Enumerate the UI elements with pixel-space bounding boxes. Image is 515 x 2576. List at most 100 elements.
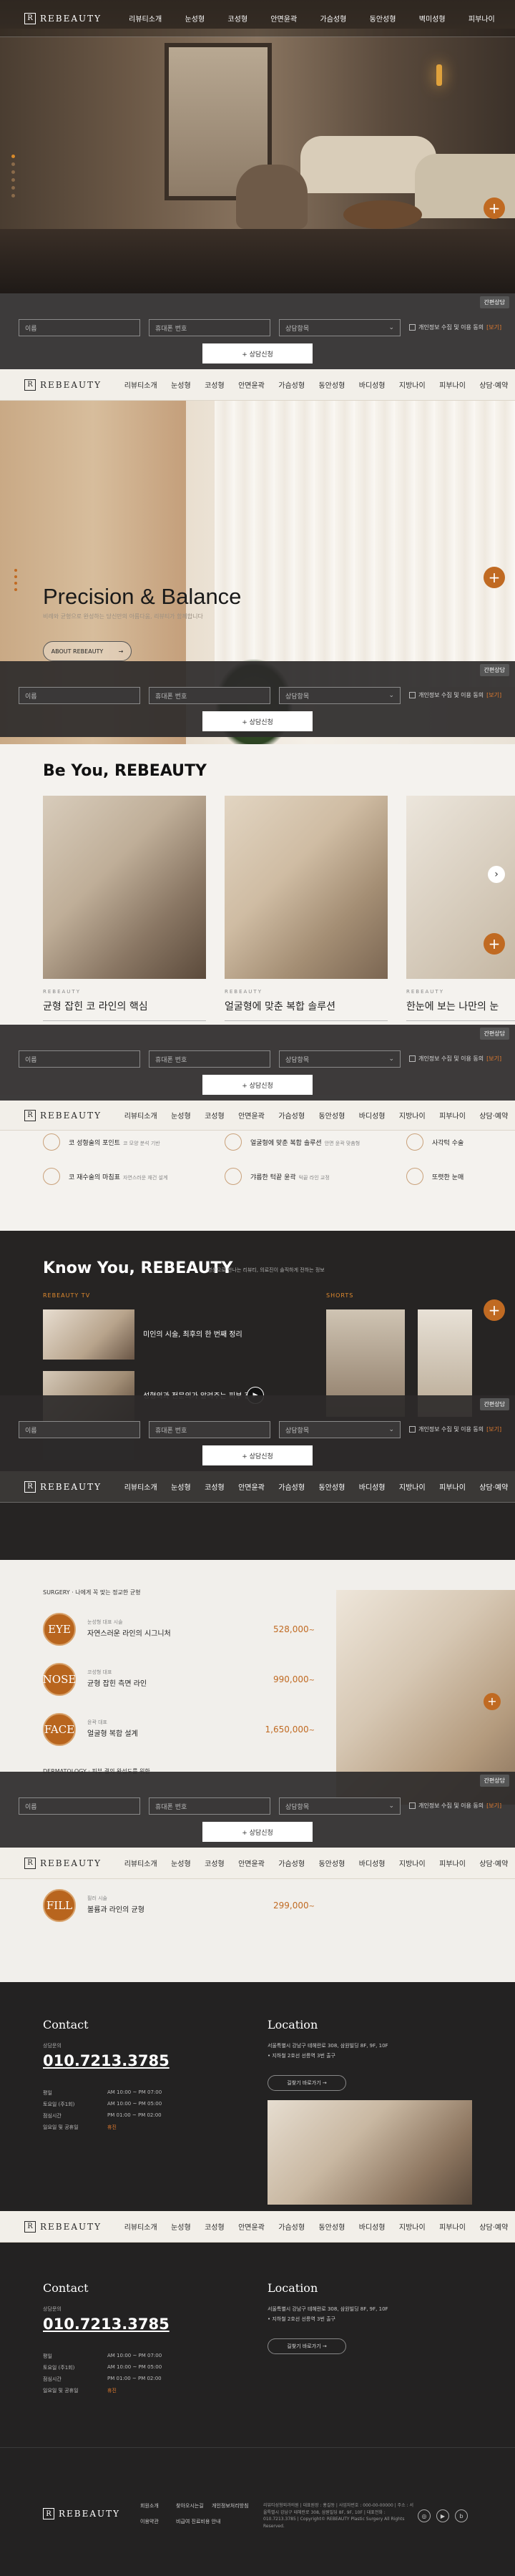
- nav-item-reservation[interactable]: 상담·예약: [478, 2218, 509, 2235]
- surgery-item-face[interactable]: FACE 윤곽 대표 얼굴형 복합 설계 1,650,000~: [43, 1713, 315, 1756]
- slider-dots[interactable]: [14, 565, 17, 595]
- nav-item-other[interactable]: 벽미성형: [418, 10, 447, 26]
- nav-item-breast[interactable]: 가슴성형: [319, 10, 348, 26]
- plus-icon[interactable]: +: [484, 197, 505, 219]
- category-select[interactable]: 상담항목 ⌄: [279, 319, 401, 336]
- consult-tab[interactable]: 간편상담: [479, 1775, 509, 1787]
- nav-item-nose[interactable]: 코성형: [203, 1855, 226, 1871]
- story-card[interactable]: REBEAUTY 한눈에 보는 나만의 눈: [406, 796, 515, 1021]
- footer-link[interactable]: 찾아오시는길: [176, 2502, 205, 2509]
- nav-item-body[interactable]: 바디성형: [358, 2218, 387, 2235]
- logo[interactable]: R REBEAUTY: [24, 12, 117, 24]
- plus-icon[interactable]: +: [484, 1299, 505, 1321]
- name-input[interactable]: 이름: [19, 687, 140, 704]
- instagram-icon[interactable]: ◎: [418, 2509, 431, 2522]
- nav-item-about[interactable]: 리뷰티소개: [123, 1107, 159, 1123]
- nav-item-reservation[interactable]: 상담·예약: [478, 1855, 509, 1871]
- nav-item-contour[interactable]: 안면윤곽: [237, 1855, 266, 1871]
- youtube-icon[interactable]: ▶: [436, 2509, 449, 2522]
- consult-tab[interactable]: 간편상담: [479, 1398, 509, 1410]
- privacy-agree[interactable]: 개인정보 수집 및 이용 동의 [보기]: [409, 1425, 501, 1433]
- nav-item-skin[interactable]: 피부나이: [467, 10, 496, 26]
- checkbox-icon[interactable]: [409, 1055, 416, 1062]
- footer-link[interactable]: 이용약관: [140, 2518, 169, 2525]
- video-thumbnail[interactable]: [43, 1309, 134, 1360]
- nav-item-about[interactable]: 리뷰티소개: [123, 1855, 159, 1871]
- privacy-view-link[interactable]: [보기]: [486, 1425, 501, 1433]
- nav-item-skin[interactable]: 피부나이: [438, 2218, 467, 2235]
- name-input[interactable]: 이름: [19, 319, 140, 336]
- nav-item-skin[interactable]: 피부나이: [438, 1478, 467, 1495]
- nav-item-eye[interactable]: 눈성형: [170, 2218, 192, 2235]
- treatment-item[interactable]: 사각턱 수술: [432, 1138, 464, 1147]
- nav-item-antiaging[interactable]: 동안성형: [317, 1107, 346, 1123]
- nav-item-contour[interactable]: 안면윤곽: [269, 10, 298, 26]
- slider-dots[interactable]: [11, 150, 21, 202]
- surgery-item-nose[interactable]: NOSE 코성형 대표 균형 잡힌 측면 라인 990,000~: [43, 1663, 315, 1706]
- nav-item-breast[interactable]: 가슴성형: [277, 376, 306, 393]
- consult-tab[interactable]: 간편상담: [479, 664, 509, 676]
- phone-number-link[interactable]: 010.7213.3785: [43, 2052, 170, 2069]
- story-card[interactable]: REBEAUTY 얼굴형에 맞춘 복합 솔루션: [225, 796, 388, 1021]
- logo[interactable]: R REBEAUTY: [24, 1109, 117, 1121]
- nav-item-body[interactable]: 바디성형: [358, 1478, 387, 1495]
- treatment-item[interactable]: 갸름한 턱끝 윤곽 턱끝 라인 교정: [250, 1172, 330, 1181]
- nav-item-antiaging[interactable]: 동안성형: [317, 2218, 346, 2235]
- nav-item-nose[interactable]: 코성형: [226, 10, 249, 26]
- treatment-item[interactable]: 얼굴형에 맞춘 복합 솔루션 안면 윤곽 맞춤형: [250, 1138, 360, 1147]
- nav-item-nose[interactable]: 코성형: [203, 1107, 226, 1123]
- consult-submit-button[interactable]: + 상담신청: [202, 1822, 313, 1842]
- category-select[interactable]: 상담항목 ⌄: [279, 1050, 401, 1068]
- nav-item-body[interactable]: 바디성형: [358, 376, 387, 393]
- nav-item-nose[interactable]: 코성형: [203, 376, 226, 393]
- nav-item-eye[interactable]: 눈성형: [170, 1478, 192, 1495]
- treatment-item[interactable]: 코 성형술의 포인트 코 모양 분석 기반: [69, 1138, 160, 1147]
- treatment-item[interactable]: 코 재수술의 마침표 자연스러운 재건 설계: [69, 1172, 167, 1181]
- surgery-item-eye[interactable]: EYE 눈성형 대표 시술 자연스러운 라인의 시그니처 528,000~: [43, 1613, 315, 1656]
- nav-item-antiaging[interactable]: 동안성형: [368, 10, 398, 26]
- nav-item-about[interactable]: 리뷰티소개: [123, 1478, 159, 1495]
- nav-item-body[interactable]: 바디성형: [358, 1855, 387, 1871]
- treatment-item[interactable]: 또렷한 눈매: [432, 1172, 464, 1181]
- consult-tab[interactable]: 간편상담: [479, 296, 509, 308]
- nav-item-breast[interactable]: 가슴성형: [277, 1478, 306, 1495]
- nav-item-fat[interactable]: 지방나이: [398, 1478, 427, 1495]
- nav-item-body[interactable]: 바디성형: [358, 1107, 387, 1123]
- logo[interactable]: R REBEAUTY: [24, 379, 117, 391]
- nav-item-eye[interactable]: 눈성형: [170, 1107, 192, 1123]
- nav-item-skin[interactable]: 피부나이: [438, 1855, 467, 1871]
- category-select[interactable]: 상담항목 ⌄: [279, 1421, 401, 1438]
- checkbox-icon[interactable]: [409, 1426, 416, 1433]
- nav-item-contour[interactable]: 안면윤곽: [237, 376, 266, 393]
- footer-link[interactable]: 회원소개: [140, 2502, 169, 2509]
- blog-icon[interactable]: b: [455, 2509, 468, 2522]
- nav-item-about[interactable]: 리뷰티소개: [127, 10, 163, 26]
- nav-item-fat[interactable]: 지방나이: [398, 1107, 427, 1123]
- nav-item-fat[interactable]: 지방나이: [398, 2218, 427, 2235]
- nav-item-antiaging[interactable]: 동안성형: [317, 1478, 346, 1495]
- nav-item-nose[interactable]: 코성형: [203, 1478, 226, 1495]
- phone-input[interactable]: 휴대폰 번호: [149, 319, 270, 336]
- phone-number-link[interactable]: 010.7213.3785: [43, 2316, 170, 2333]
- phone-input[interactable]: 휴대폰 번호: [149, 687, 270, 704]
- nav-item-breast[interactable]: 가슴성형: [277, 1107, 306, 1123]
- phone-input[interactable]: 휴대폰 번호: [149, 1421, 270, 1438]
- plus-icon[interactable]: +: [484, 1693, 501, 1710]
- privacy-agree[interactable]: 개인정보 수집 및 이용 동의 [보기]: [409, 1802, 501, 1810]
- surgery-item-fill[interactable]: FILL 필러 시술 볼륨과 라인의 균형 299,000~: [43, 1889, 315, 1932]
- nav-item-fat[interactable]: 지방나이: [398, 1855, 427, 1871]
- nav-item-eye[interactable]: 눈성형: [170, 376, 192, 393]
- consult-submit-button[interactable]: + 상담신청: [202, 1445, 313, 1465]
- plus-icon[interactable]: +: [484, 567, 505, 588]
- nav-item-about[interactable]: 리뷰티소개: [123, 2218, 159, 2235]
- privacy-view-link[interactable]: [보기]: [486, 323, 501, 331]
- checkbox-icon[interactable]: [409, 1802, 416, 1809]
- nav-item-contour[interactable]: 안면윤곽: [237, 1107, 266, 1123]
- privacy-agree[interactable]: 개인정보 수집 및 이용 동의 [보기]: [409, 691, 501, 699]
- privacy-view-link[interactable]: [보기]: [486, 691, 501, 699]
- directions-button[interactable]: 길찾기 바로가기 →: [268, 2338, 346, 2354]
- about-button[interactable]: ABOUT REBEAUTY →: [43, 641, 132, 661]
- consult-submit-button[interactable]: + 상담신청: [202, 711, 313, 731]
- nav-item-skin[interactable]: 피부나이: [438, 376, 467, 393]
- footer-link[interactable]: 개인정보처리방침: [212, 2502, 255, 2509]
